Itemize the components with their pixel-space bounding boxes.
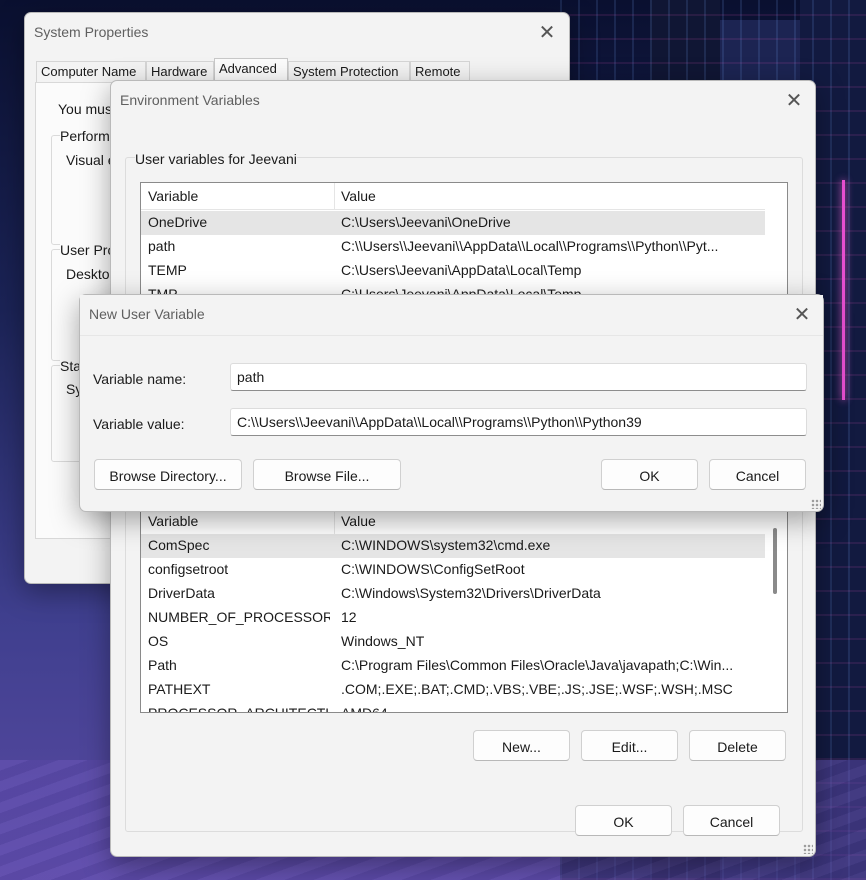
close-icon[interactable]: ✕ (780, 87, 808, 115)
edit-button[interactable]: Edit... (581, 730, 678, 761)
scrollbar-thumb[interactable] (773, 528, 777, 594)
variable-name: OneDrive (148, 214, 208, 230)
table-row[interactable]: DriverData C:\Windows\System32\Drivers\D… (141, 582, 765, 606)
variable-value-label: Variable value: (93, 416, 185, 432)
variable-name: path (148, 238, 176, 254)
variable-name-label: Variable name: (93, 371, 187, 387)
user-variables-label: User variables for Jeevani (135, 151, 297, 167)
table-row[interactable]: configsetroot C:\WINDOWS\ConfigSetRoot (141, 558, 765, 582)
tab-system-protection[interactable]: System Protection (288, 61, 410, 82)
variable-name: Path (148, 657, 177, 673)
window-title: Environment Variables (120, 92, 260, 108)
variable-name-input[interactable] (230, 363, 807, 391)
variable-value: C:\Users\Jeevani\AppData\Local\Temp (341, 262, 582, 278)
visual-effects-text: Visual e (66, 152, 116, 168)
cancel-button[interactable]: Cancel (683, 805, 780, 836)
user-profiles-group-label: User Pro (60, 242, 116, 258)
variable-value: C:\Users\Jeevani\OneDrive (341, 214, 511, 230)
variable-name: ComSpec (148, 537, 210, 553)
dialog-title: New User Variable (89, 306, 205, 322)
variable-name: configsetroot (148, 561, 229, 577)
variable-value: .COM;.EXE;.BAT;.CMD;.VBS;.VBE;.JS;.JSE;.… (341, 681, 733, 697)
performance-group-label: Performa (60, 128, 118, 144)
tab-computer-name[interactable]: Computer Name (36, 61, 146, 82)
wallpaper-neon (842, 180, 845, 400)
title-bar: New User Variable ✕ (80, 295, 823, 336)
new-button[interactable]: New... (473, 730, 570, 761)
variable-value: C:\WINDOWS\ConfigSetRoot (341, 561, 525, 577)
resize-grip-icon[interactable] (811, 499, 821, 509)
delete-button[interactable]: Delete (689, 730, 786, 761)
column-value[interactable]: Value (341, 188, 376, 204)
browse-file-button[interactable]: Browse File... (253, 459, 401, 490)
close-icon[interactable]: ✕ (788, 301, 816, 329)
column-variable[interactable]: Variable (148, 188, 198, 204)
ok-button[interactable]: OK (575, 805, 672, 836)
column-variable[interactable]: Variable (148, 513, 198, 529)
list-header: Variable Value (141, 183, 765, 210)
table-row[interactable]: ComSpec C:\WINDOWS\system32\cmd.exe (141, 534, 765, 558)
browse-directory-button[interactable]: Browse Directory... (94, 459, 242, 490)
tab-advanced[interactable]: Advanced (214, 58, 288, 82)
variable-name: PROCESSOR_ARCHITECTU... (148, 705, 330, 713)
title-bar: Environment Variables ✕ (111, 81, 815, 121)
table-row[interactable]: OneDrive C:\Users\Jeevani\OneDrive (141, 211, 765, 235)
variable-name: NUMBER_OF_PROCESSORS (148, 609, 330, 625)
column-value[interactable]: Value (341, 513, 376, 529)
variable-value: 12 (341, 609, 357, 625)
variable-value: Windows_NT (341, 633, 425, 649)
cancel-button[interactable]: Cancel (709, 459, 806, 490)
window-title: System Properties (34, 24, 149, 40)
variable-name: TEMP (148, 262, 187, 278)
variable-value: C:\Program Files\Common Files\Oracle\Jav… (341, 657, 734, 673)
variable-value: AMD64 (341, 705, 388, 713)
variable-value: C:\WINDOWS\system32\cmd.exe (341, 537, 551, 553)
variable-value: C:\Windows\System32\Drivers\DriverData (341, 585, 601, 601)
system-variables-list[interactable]: Variable Value ComSpec C:\WINDOWS\system… (140, 507, 788, 713)
table-row[interactable]: NUMBER_OF_PROCESSORS 12 (141, 606, 765, 630)
close-icon[interactable]: ✕ (533, 19, 561, 47)
title-bar: System Properties ✕ (25, 13, 569, 53)
admin-note: You must (58, 101, 116, 117)
table-row[interactable]: OS Windows_NT (141, 630, 765, 654)
table-row[interactable]: path C:\\Users\\Jeevani\\AppData\\Local\… (141, 235, 765, 259)
table-row[interactable]: PROCESSOR_ARCHITECTU... AMD64 (141, 702, 765, 713)
variable-name: PATHEXT (148, 681, 211, 697)
variable-name: OS (148, 633, 169, 649)
ok-button[interactable]: OK (601, 459, 698, 490)
tab-remote[interactable]: Remote (410, 61, 470, 82)
list-header: Variable Value (141, 508, 765, 535)
startup-group-label: Sta (60, 358, 82, 374)
table-row[interactable]: TEMP C:\Users\Jeevani\AppData\Local\Temp (141, 259, 765, 283)
user-variables-list[interactable]: Variable Value OneDrive C:\Users\Jeevani… (140, 182, 788, 302)
table-row[interactable]: PATHEXT .COM;.EXE;.BAT;.CMD;.VBS;.VBE;.J… (141, 678, 765, 702)
variable-value-input[interactable] (230, 408, 807, 436)
new-user-variable-dialog: New User Variable ✕ Variable name: Varia… (79, 294, 824, 512)
resize-grip-icon[interactable] (803, 844, 813, 854)
table-row[interactable]: Path C:\Program Files\Common Files\Oracl… (141, 654, 765, 678)
tab-hardware[interactable]: Hardware (146, 61, 214, 82)
variable-name: DriverData (148, 585, 215, 601)
variable-value: C:\\Users\\Jeevani\\AppData\\Local\\Prog… (341, 238, 719, 254)
